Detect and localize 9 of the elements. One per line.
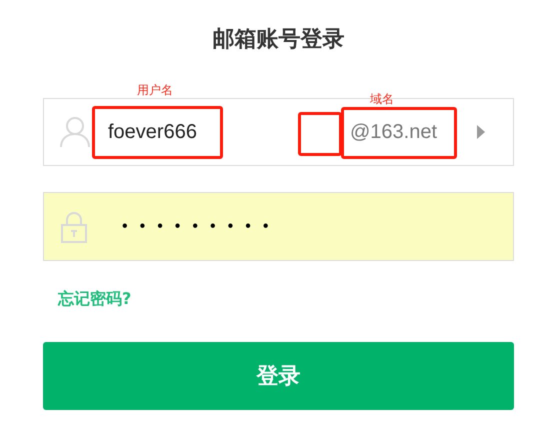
form-title: 邮箱账号登录 [212,26,344,54]
user-icon [60,116,90,148]
domain-suffix: @163.net [350,120,437,145]
lock-icon [60,210,88,242]
annotation-label: 用户名 [137,83,173,97]
username-value: foever666 [108,120,197,145]
password-field[interactable]: ••••••••• [43,192,514,261]
password-value: ••••••••• [122,216,280,236]
caret-icon[interactable] [477,125,485,139]
